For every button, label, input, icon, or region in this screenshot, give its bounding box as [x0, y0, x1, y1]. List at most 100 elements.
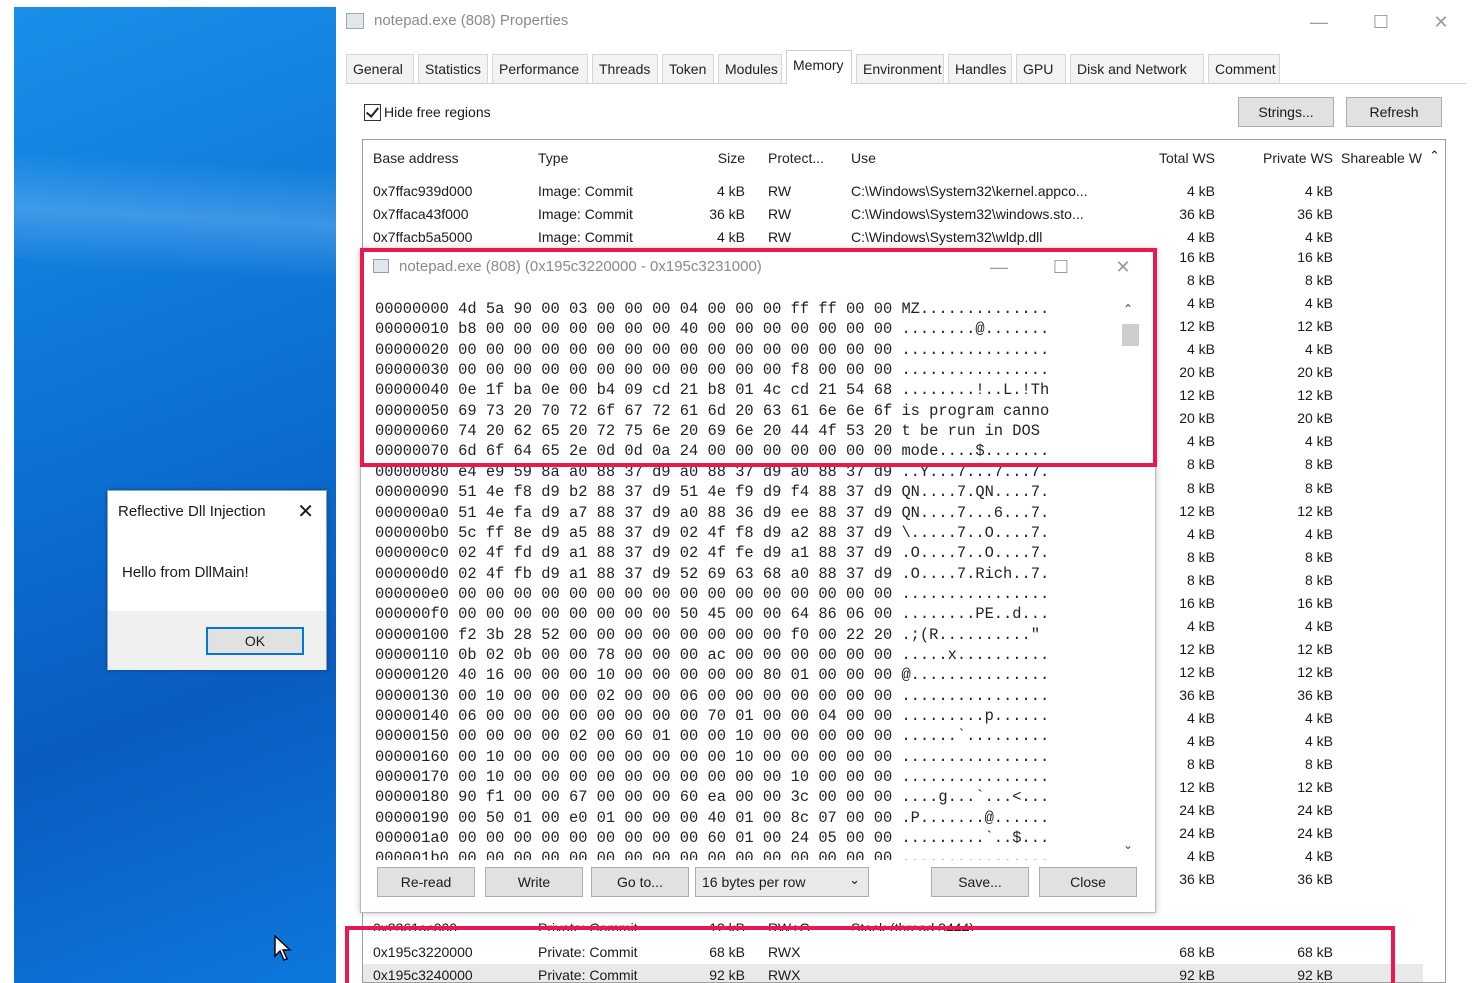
table-row[interactable]: 0x7ffacb5a5000 Image: Commit 4 kB RW C:\Wind… — [363, 226, 1423, 249]
table-row[interactable]: 0x2361ac000 Private: Commit 12 kB RW+G Stack… — [363, 917, 1423, 931]
hex-line: 00000190 00 50 01 00 e0 01 00 00 00 40 0… — [375, 808, 1050, 827]
column-header[interactable]: Type — [538, 140, 653, 176]
hex-line: 00000150 00 00 00 00 02 00 60 01 00 00 1… — [375, 727, 1050, 746]
app-icon — [373, 259, 389, 273]
column-header[interactable]: Total WS — [1115, 140, 1215, 176]
table-row[interactable]: 0x195c3240000 Private: Commit 92 kB RWX 92 k… — [363, 964, 1423, 983]
cell-protect: RW+G — [768, 920, 811, 931]
hex-scrollbar[interactable]: ⌃ ⌄ — [1119, 300, 1139, 860]
cell-private-ws: 8 kB — [1304, 756, 1333, 773]
dialog-message: Hello from DllMain! — [122, 564, 249, 581]
column-header[interactable]: Private WS — [1223, 140, 1333, 176]
cell-base-address: 0x2361ac000 — [373, 920, 458, 931]
cell-private-ws: 8 kB — [1304, 456, 1333, 473]
cell-size: 36 kB — [709, 206, 745, 222]
cell-protect: RW — [768, 183, 792, 199]
maximize-button[interactable]: ☐ — [1361, 9, 1401, 35]
save-button[interactable]: Save... — [931, 867, 1029, 897]
cell-base-address: 0x195c3240000 — [373, 967, 473, 983]
dialog-close-icon[interactable]: ✕ — [297, 499, 314, 524]
column-header[interactable]: Use — [851, 140, 1115, 176]
column-header[interactable]: Protect... — [768, 140, 850, 176]
hex-minimize-button[interactable]: — — [979, 254, 1019, 280]
cell-private-ws: 4 kB — [1304, 341, 1333, 358]
scroll-down-icon[interactable]: ⌄ — [1123, 838, 1133, 852]
cell-protect: RWX — [768, 967, 801, 983]
tab-modules[interactable]: Modules — [718, 54, 782, 83]
cell-size: 68 kB — [709, 944, 745, 960]
hex-line: 00000110 0b 02 0b 00 00 78 00 00 00 ac 0… — [375, 645, 1050, 664]
hex-line: 00000000 4d 5a 90 00 03 00 00 00 04 00 0… — [375, 300, 1050, 318]
cell-type: Image: Commit — [538, 183, 633, 199]
minimize-button[interactable]: — — [1299, 9, 1339, 35]
cell-size: 4 kB — [716, 183, 745, 199]
cell-private-ws: 12 kB — [1297, 640, 1333, 657]
hex-line: 000000d0 02 4f fb d9 a1 88 37 d9 52 69 6… — [375, 564, 1050, 583]
close-hex-button[interactable]: Close — [1039, 867, 1137, 897]
cell-private-ws: 4 kB — [1304, 617, 1333, 634]
tab-environment[interactable]: Environment — [856, 54, 944, 83]
cell-private-ws: 24 kB — [1297, 802, 1333, 819]
cell-base-address: 0x7ffaca43f000 — [373, 206, 469, 222]
scroll-up-icon[interactable]: ⌃ — [1123, 302, 1133, 316]
cell-use: C:\Windows\System32\kernel.appco... — [851, 183, 1088, 199]
cell-type: Private: Commit — [538, 967, 638, 983]
reread-button[interactable]: Re-read — [377, 867, 475, 897]
cell-private-ws: 20 kB — [1297, 410, 1333, 427]
hex-line: 00000080 e4 e9 59 8a a0 88 37 d9 a0 88 3… — [375, 462, 1050, 481]
column-header[interactable]: Base address — [373, 140, 538, 176]
cell-private-ws: 4 kB — [1304, 710, 1333, 726]
cell-private-ws: 12 kB — [1297, 318, 1333, 335]
bytes-per-row-select[interactable]: 16 bytes per row ⌄ — [695, 867, 869, 897]
cell-private-ws: 4 kB — [1304, 848, 1333, 865]
goto-button[interactable]: Go to... — [591, 867, 689, 897]
hex-line: 000000e0 00 00 00 00 00 00 00 00 00 00 0… — [375, 584, 1050, 603]
cell-private-ws: 92 kB — [1297, 967, 1333, 983]
cell-private-ws: 24 kB — [1297, 825, 1333, 842]
bytes-per-row-value: 16 bytes per row — [702, 874, 806, 890]
checkbox-check-icon[interactable] — [364, 104, 381, 121]
tab-disk-and-network[interactable]: Disk and Network — [1070, 54, 1204, 83]
tab-statistics[interactable]: Statistics — [418, 54, 488, 83]
column-header[interactable]: Size — [653, 140, 745, 176]
strings-button[interactable]: Strings... — [1238, 97, 1334, 127]
message-dialog: Reflective Dll Injection ✕ Hello from Dl… — [107, 490, 327, 670]
hex-editor-window: notepad.exe (808) (0x195c3220000 - 0x195… — [360, 249, 1156, 913]
cell-private-ws: 8 kB — [1304, 571, 1333, 588]
tab-comment[interactable]: Comment — [1208, 54, 1280, 83]
cell-private-ws: 12 kB — [1297, 387, 1333, 404]
tab-handles[interactable]: Handles — [948, 54, 1012, 83]
hex-line: 00000010 b8 00 00 00 00 00 00 00 40 00 0… — [375, 320, 1050, 339]
tab-performance[interactable]: Performance — [492, 54, 588, 83]
close-button[interactable]: ✕ — [1421, 9, 1461, 35]
cell-total-ws: 4 kB — [1186, 229, 1215, 245]
tab-token[interactable]: Token — [662, 54, 714, 83]
table-row[interactable]: 0x7ffaca43f000 Image: Commit 36 kB RW C:\Win… — [363, 203, 1423, 226]
write-button[interactable]: Write — [485, 867, 583, 897]
cell-private-ws: 20 kB — [1297, 364, 1333, 381]
cell-protect: RWX — [768, 944, 801, 960]
chevron-down-icon: ⌄ — [849, 872, 860, 887]
cell-type: Private: Commit — [538, 944, 638, 960]
refresh-button[interactable]: Refresh — [1346, 97, 1442, 127]
cell-private-ws: 8 kB — [1304, 548, 1333, 565]
ok-button[interactable]: OK — [206, 627, 304, 655]
hex-maximize-button[interactable]: ☐ — [1041, 254, 1081, 280]
tab-memory[interactable]: Memory — [786, 50, 852, 84]
cell-use: Stack (thread 3444) — [851, 920, 974, 931]
table-row[interactable]: 0x195c3220000 Private: Commit 68 kB RWX 68 k… — [363, 941, 1423, 964]
scroll-up-icon[interactable]: ⌃ — [1429, 148, 1440, 164]
cell-private-ws: 12 kB — [1297, 779, 1333, 796]
properties-title: notepad.exe (808) Properties — [374, 12, 569, 29]
tab-general[interactable]: General — [346, 54, 414, 83]
scroll-thumb[interactable] — [1122, 324, 1139, 346]
cell-protect: RW — [768, 229, 792, 245]
hex-line: 00000100 f2 3b 28 52 00 00 00 00 00 00 0… — [375, 625, 1050, 644]
tab-threads[interactable]: Threads — [592, 54, 658, 83]
table-row[interactable]: 0x7ffac939d000 Image: Commit 4 kB RW C:\Wind… — [363, 180, 1423, 203]
cell-protect: RW — [768, 206, 792, 222]
hex-dump[interactable]: 00000000 4d 5a 90 00 03 00 00 00 04 00 0… — [375, 300, 1135, 860]
cell-private-ws: 4 kB — [1304, 433, 1333, 450]
hex-close-button[interactable]: ✕ — [1103, 254, 1143, 280]
tab-gpu[interactable]: GPU — [1016, 54, 1066, 83]
